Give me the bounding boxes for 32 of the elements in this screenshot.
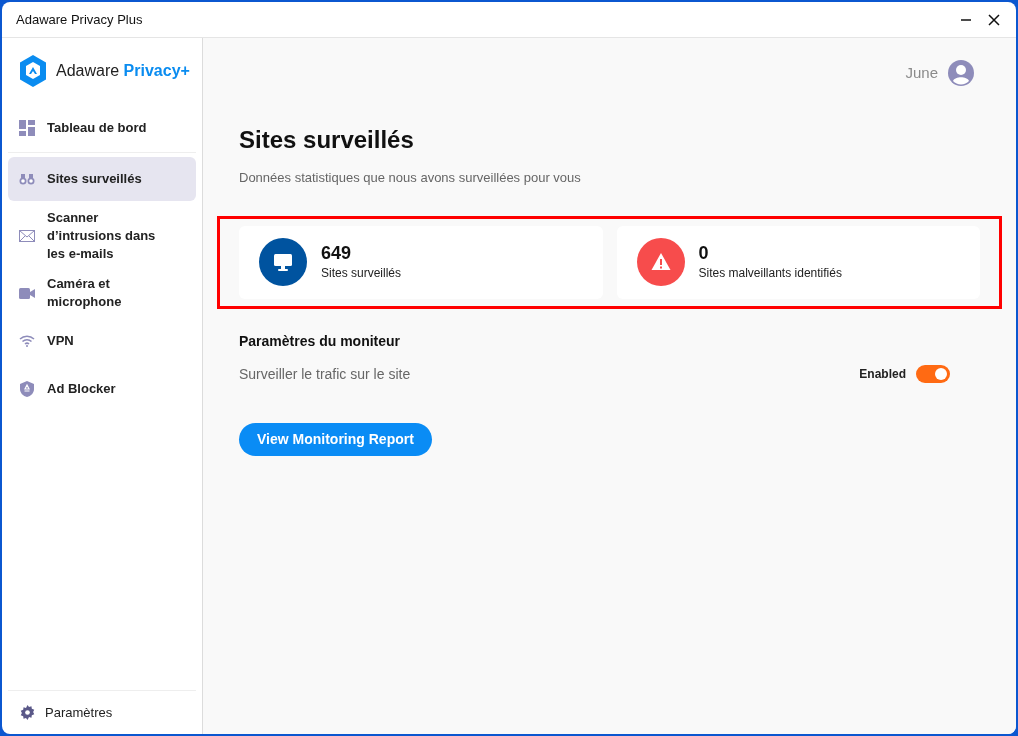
close-icon[interactable] [988, 13, 1000, 26]
logo-text: Adaware Privacy+ [56, 61, 190, 81]
warning-icon [636, 238, 685, 286]
user-name: June [905, 62, 938, 83]
toggle-switch[interactable] [916, 365, 950, 383]
section-heading: Paramètres du moniteur [239, 331, 402, 351]
dashboard-icon [19, 120, 35, 136]
sidebar-item[interactable]: Sites surveillés [8, 157, 196, 201]
sidebar-item[interactable]: Tableau de bord [8, 106, 196, 150]
stat-value: 0 [698, 242, 710, 264]
wifi-icon [19, 335, 35, 347]
sidebar-item[interactable]: Caméra et microphone [8, 271, 196, 315]
window-title: Adaware Privacy Plus [16, 10, 143, 29]
settings-icon [20, 705, 35, 720]
monitor-icon [259, 238, 307, 286]
stat-label: Sites surveillés [321, 265, 402, 282]
sidebar-item[interactable]: VPN [8, 319, 196, 363]
shield-icon [20, 381, 34, 397]
page-title: Sites surveillés [239, 125, 415, 155]
settings-item[interactable]: Paramètres [8, 690, 196, 734]
sidebar-item[interactable]: Ad Blocker [8, 367, 196, 411]
avatar-icon[interactable] [948, 60, 974, 86]
sidebar-item[interactable]: Scanner d’intrusions dans les e-mails [8, 205, 196, 267]
shield-logo-icon [18, 54, 48, 88]
video-camera-icon [19, 287, 35, 299]
setting-label: Surveiller le trafic sur le site [239, 364, 411, 384]
binoculars-icon [19, 173, 35, 185]
stat-label: Sites malveillants identifiés [698, 265, 842, 282]
envelope-icon [19, 230, 35, 242]
page-subtitle: Données statistiques que nous avons surveillées pour vous [239, 169, 582, 187]
stat-value: 649 [321, 242, 353, 264]
toggle-state-label: Enabled [859, 366, 906, 383]
